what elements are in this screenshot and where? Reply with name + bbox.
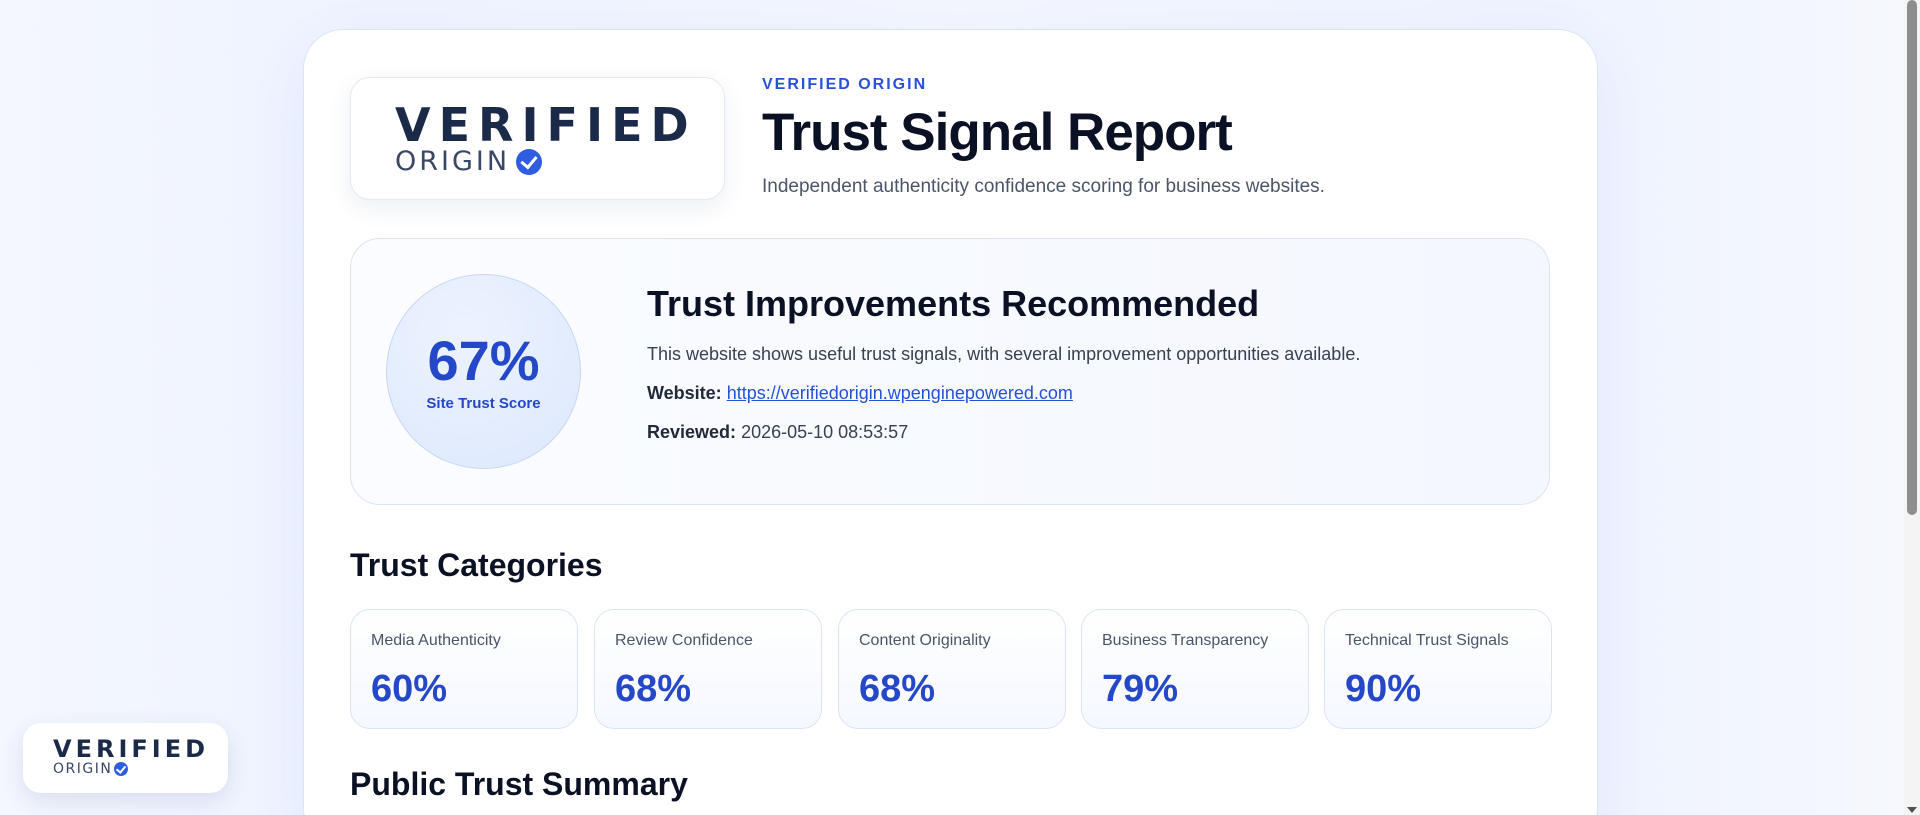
category-card: Content Originality 68% — [838, 609, 1066, 729]
reviewed-value: 2026-05-10 08:53:57 — [741, 422, 909, 442]
brand-logo: VERIFIED ORIGIN — [350, 77, 725, 200]
category-label: Business Transparency — [1102, 632, 1269, 649]
category-label: Content Originality — [859, 632, 991, 649]
category-value: 60% — [371, 668, 448, 710]
category-card: Technical Trust Signals 90% — [1324, 609, 1552, 729]
categories-title: Trust Categories — [350, 547, 603, 583]
trust-score-label: Site Trust Score — [426, 395, 541, 412]
logo-subtitle: ORIGIN — [395, 146, 543, 177]
page-title: Trust Signal Report — [762, 103, 1233, 162]
reviewed-label: Reviewed: — [647, 422, 737, 442]
trust-score-value: 67% — [427, 329, 540, 392]
score-panel: 67% Site Trust Score Trust Improvements … — [350, 238, 1550, 505]
status-description: This website shows useful trust signals,… — [647, 344, 1361, 364]
category-value: 68% — [859, 668, 936, 710]
check-circle-icon — [516, 148, 543, 175]
category-value: 79% — [1102, 668, 1179, 710]
category-label: Technical Trust Signals — [1345, 632, 1509, 649]
logo-sub-text: ORIGIN — [395, 146, 511, 177]
category-card: Business Transparency 79% — [1081, 609, 1309, 729]
website-row: Website: https://verifiedorigin.wpengine… — [647, 383, 1073, 404]
logo-wordmark: VERIFIED — [395, 98, 697, 152]
badge-subtitle: ORIGIN — [53, 761, 129, 777]
verified-origin-badge[interactable]: VERIFIED ORIGIN — [23, 723, 228, 793]
category-card: Media Authenticity 60% — [350, 609, 578, 729]
report-eyebrow: VERIFIED ORIGIN — [762, 76, 928, 93]
category-label: Review Confidence — [615, 632, 753, 649]
status-heading: Trust Improvements Recommended — [647, 283, 1260, 324]
check-circle-icon — [114, 762, 129, 776]
scroll-down-arrow-icon[interactable] — [1907, 807, 1917, 813]
reviewed-row: Reviewed: 2026-05-10 08:53:57 — [647, 422, 908, 443]
category-label: Media Authenticity — [371, 632, 501, 649]
page-subtitle: Independent authenticity confidence scor… — [762, 176, 1325, 197]
scrollbar-thumb[interactable] — [1907, 0, 1917, 515]
summary-title: Public Trust Summary — [350, 766, 688, 802]
category-value: 90% — [1345, 668, 1422, 710]
badge-sub-text: ORIGIN — [53, 761, 113, 777]
category-card: Review Confidence 68% — [594, 609, 822, 729]
page-scrollbar[interactable] — [1904, 0, 1920, 815]
website-label: Website: — [647, 383, 722, 403]
website-link[interactable]: https://verifiedorigin.wpenginepowered.c… — [727, 383, 1073, 403]
report-card: VERIFIED ORIGIN VERIFIED ORIGIN Trust Si… — [303, 29, 1598, 815]
category-value: 68% — [615, 668, 692, 710]
trust-score-circle: 67% Site Trust Score — [386, 274, 581, 469]
badge-wordmark: VERIFIED — [53, 735, 210, 763]
